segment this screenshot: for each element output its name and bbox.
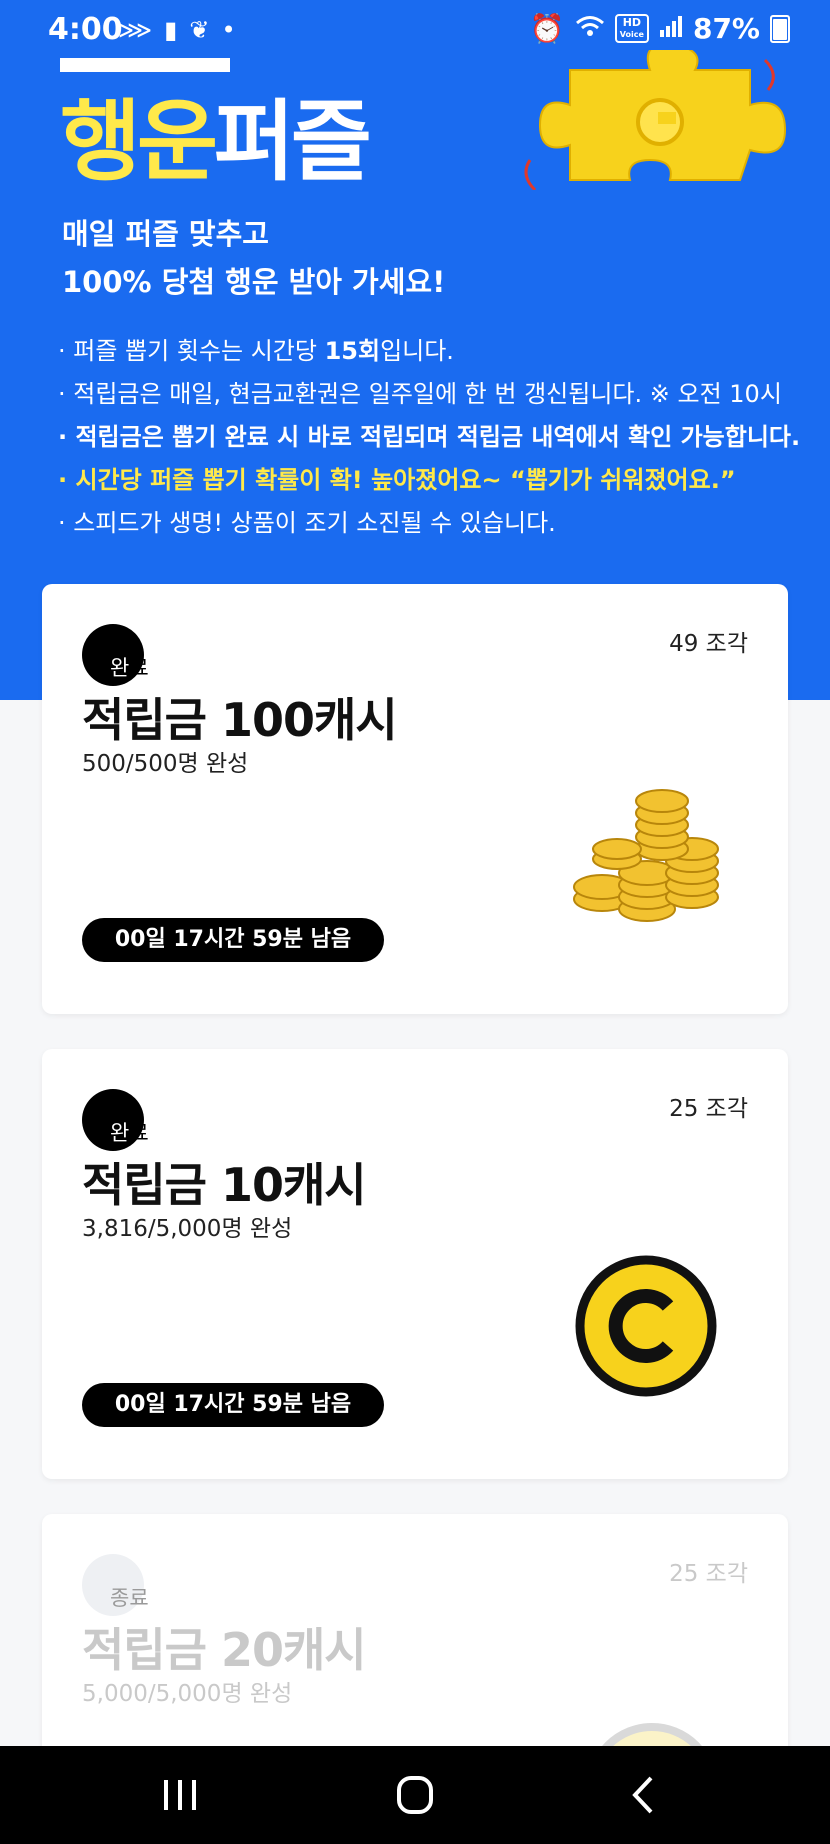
notification-dot-icon: • — [221, 16, 236, 44]
signal-icon — [659, 12, 683, 45]
prize-title: 적립금 20캐시 — [82, 1623, 367, 1677]
note-draw-limit: · 퍼즐 뽑기 횟수는 시간당 15회입니다. — [58, 337, 454, 365]
title-top-fragment — [60, 58, 230, 72]
completion-progress: 500/500명 완성 — [82, 751, 249, 777]
notification-app-icon: ⋙ — [118, 16, 153, 44]
note-credit: · 적립금은 뽑기 완료 시 바로 적립되며 적립금 내역에서 확인 가능합니다… — [58, 423, 801, 451]
note-renewal: · 적립금은 매일, 현금교환권은 일주일에 한 번 갱신됩니다. ※ 오전 1… — [58, 380, 782, 408]
status-time: 4:00 — [48, 12, 123, 47]
prize-card-100[interactable]: 완료 49 조각 적립금 100캐시 500/500명 완성 00일 17시간 … — [42, 584, 788, 1014]
completion-progress: 5,000/5,000명 완성 — [82, 1681, 293, 1707]
battery-percent: 87% — [692, 12, 760, 45]
completion-progress: 3,816/5,000명 완성 — [82, 1216, 293, 1242]
home-icon[interactable] — [385, 1774, 445, 1816]
cash-coin-icon — [575, 1255, 717, 1397]
notification-message-icon: ▮ — [164, 16, 178, 44]
hero-notes: · 퍼즐 뽑기 횟수는 시간당 15회입니다. · 적립금은 매일, 현금교환권… — [58, 330, 800, 545]
notification-leaf-icon: ❦ — [189, 16, 210, 44]
notification-icons: ⋙ ▮ ❦ • — [118, 16, 236, 44]
prize-title: 적립금 10캐시 — [82, 1158, 367, 1212]
status-right: ⏰ HD Voice 87% — [530, 12, 790, 45]
wifi-icon — [575, 12, 605, 45]
system-nav-bar — [0, 1746, 830, 1844]
page-title: 행운퍼즐 — [60, 90, 372, 193]
coin-stack-icon — [573, 789, 719, 922]
prize-card-10[interactable]: 완료 25 조각 적립금 10캐시 3,816/5,000명 완성 00일 17… — [42, 1049, 788, 1479]
hero-subtitle: 매일 퍼즐 맞추고 100% 당첨 행운 받아 가세요! — [62, 217, 446, 299]
hd-voice-icon: HD Voice — [614, 14, 649, 43]
note-probability: · 시간당 퍼즐 뽑기 확률이 확! 높아졌어요~ “뽑기가 쉬워졌어요.” — [58, 466, 736, 494]
countdown-timer: 00일 17시간 59분 남음 — [82, 1383, 384, 1427]
status-badge-label: 완료 — [110, 1121, 149, 1145]
piece-count: 49 조각 — [669, 631, 748, 657]
battery-icon — [770, 14, 790, 43]
prize-title: 적립금 100캐시 — [82, 693, 398, 747]
recent-apps-icon[interactable] — [150, 1774, 210, 1816]
status-badge-label: 완료 — [110, 656, 149, 680]
puzzle-piece-icon — [524, 50, 787, 190]
piece-count: 25 조각 — [669, 1096, 748, 1122]
alarm-icon: ⏰ — [529, 12, 565, 45]
back-icon[interactable] — [615, 1774, 675, 1816]
status-badge-label: 종료 — [110, 1586, 149, 1610]
note-speed: · 스피드가 생명! 상품이 조기 소진될 수 있습니다. — [58, 509, 556, 537]
countdown-timer: 00일 17시간 59분 남음 — [82, 918, 384, 962]
piece-count: 25 조각 — [669, 1561, 748, 1587]
